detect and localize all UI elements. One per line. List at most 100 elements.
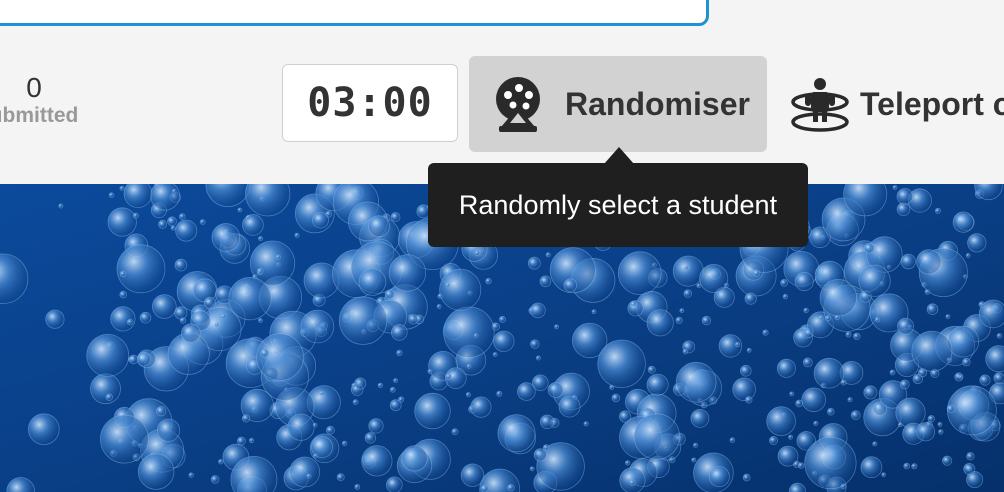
- bubble: [485, 277, 492, 285]
- bubble: [762, 329, 769, 336]
- bubble: [126, 318, 134, 326]
- bubble: [912, 373, 924, 385]
- bubble: [498, 315, 506, 323]
- bubble: [872, 441, 878, 447]
- bubble: [156, 406, 167, 417]
- bubble: [128, 354, 139, 365]
- bubble: [591, 309, 597, 315]
- bubble: [539, 275, 552, 288]
- bubble: [813, 357, 845, 389]
- bubble: [313, 453, 319, 459]
- bubble: [797, 462, 805, 469]
- bubble: [352, 399, 359, 406]
- bubble: [218, 459, 224, 465]
- bubble: [945, 314, 951, 320]
- bubble: [474, 250, 481, 257]
- bubble: [325, 210, 333, 218]
- bubble: [354, 483, 361, 490]
- bubble: [258, 318, 263, 323]
- bubble: [554, 324, 559, 330]
- timer-button[interactable]: 03:00: [282, 64, 458, 142]
- bubble: [170, 225, 176, 231]
- bubble: [597, 339, 646, 388]
- bubble: [203, 296, 216, 309]
- bubble: [962, 357, 971, 367]
- bubble: [364, 432, 377, 444]
- bubble: [389, 386, 396, 393]
- bubble: [275, 254, 281, 260]
- bubble: [179, 213, 186, 220]
- bubble: [818, 315, 824, 321]
- randomiser-button[interactable]: Randomiser: [469, 56, 767, 152]
- bubble: [900, 253, 917, 270]
- teleport-button[interactable]: Teleport c: [786, 56, 1004, 152]
- bubble: [625, 460, 631, 466]
- bubble: [325, 425, 335, 435]
- bubble: [916, 422, 936, 442]
- bubble: [179, 317, 187, 324]
- bubble: [860, 456, 883, 479]
- bubble: [744, 292, 757, 305]
- bubble: [699, 264, 729, 294]
- bubble: [236, 436, 246, 446]
- bubble: [256, 267, 264, 275]
- bubble: [358, 268, 387, 296]
- bubble: [850, 410, 861, 421]
- bubble: [460, 463, 485, 487]
- timer-display: 03:00: [307, 80, 433, 126]
- bubble: [436, 304, 442, 309]
- bubble: [766, 406, 796, 436]
- bubble: [493, 330, 515, 353]
- bubble: [617, 251, 662, 295]
- bubble: [533, 448, 547, 462]
- bubble: [492, 352, 498, 357]
- bubble: [408, 314, 419, 325]
- bubble: [539, 414, 555, 430]
- bubble: [679, 308, 685, 314]
- bubble: [996, 333, 1003, 339]
- bubble: [496, 390, 503, 397]
- bubble: [530, 302, 546, 319]
- bubble: [171, 188, 177, 194]
- bubble: [306, 473, 312, 479]
- bubble: [319, 390, 325, 396]
- bubble: [672, 255, 704, 287]
- bubble: [287, 413, 315, 441]
- bubble: [583, 421, 589, 427]
- bubble: [529, 466, 535, 472]
- bubble: [618, 410, 632, 423]
- bubble: [136, 352, 151, 367]
- bubble: [963, 462, 976, 475]
- bubble: [137, 453, 175, 490]
- bubble: [647, 365, 656, 374]
- bubble: [802, 357, 813, 368]
- bubble: [228, 276, 272, 321]
- bubble: [245, 214, 251, 220]
- bubble: [294, 232, 300, 238]
- bubble: [903, 462, 910, 470]
- bubble: [782, 293, 789, 300]
- bubble: [110, 306, 136, 332]
- text-input-box[interactable]: [0, 0, 709, 26]
- bubble: [210, 475, 220, 484]
- bubble: [563, 278, 578, 292]
- bubble: [819, 278, 857, 317]
- bubble: [100, 414, 149, 464]
- bubble: [242, 214, 264, 236]
- bubble: [167, 216, 177, 227]
- bubble: [746, 347, 752, 353]
- bubble: [675, 361, 717, 403]
- bubble: [926, 303, 939, 315]
- bubble: [152, 294, 177, 319]
- bubble: [535, 355, 541, 361]
- bubble: [119, 270, 127, 278]
- bubble: [86, 333, 130, 377]
- bubble: [941, 455, 953, 466]
- bubble: [788, 434, 794, 440]
- bubble: [776, 358, 796, 378]
- bubble: [530, 339, 540, 349]
- bubble: [445, 282, 451, 288]
- tooltip-text: Randomly select a student: [458, 189, 778, 220]
- bubble: [966, 452, 975, 461]
- bubble: [958, 374, 964, 380]
